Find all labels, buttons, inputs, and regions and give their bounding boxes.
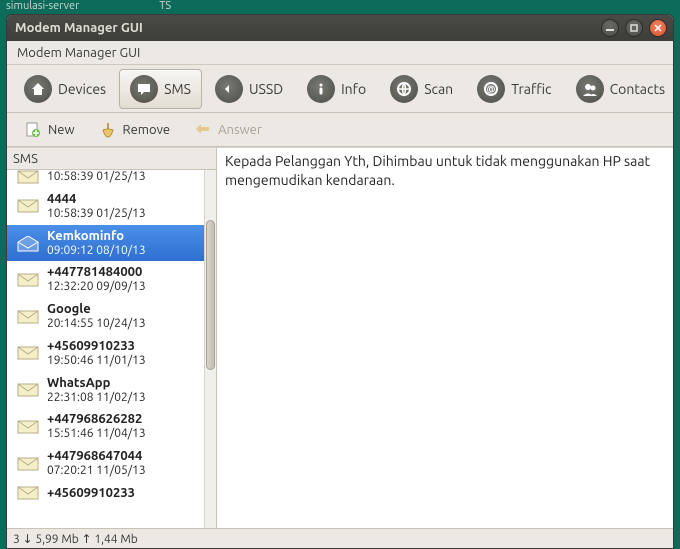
sms-icon — [130, 75, 158, 103]
remove-button[interactable]: Remove — [88, 116, 182, 144]
answer-button: Answer — [183, 116, 273, 144]
sms-sidebar: SMS 10:58:39 01/25/13444410:58:39 01/25/… — [7, 148, 217, 528]
envelope-icon — [17, 170, 39, 184]
panel-extra: TS — [159, 0, 171, 14]
sms-sender: +447968626282 — [47, 412, 146, 427]
sms-item-selected[interactable]: Kemkominfo09:09:12 08/10/13 — [7, 225, 216, 262]
sms-time: 09:09:12 08/10/13 — [47, 244, 146, 258]
sms-time: 20:14:55 10/24/13 — [47, 317, 146, 331]
panel-host: simulasi-server — [6, 0, 79, 14]
sms-time: 10:58:39 01/25/13 — [47, 170, 146, 184]
envelope-icon — [17, 457, 39, 471]
action-toolbar: New Remove Answer — [7, 113, 673, 147]
window-title: Modem Manager GUI — [15, 21, 143, 35]
status-text: 3 ↓ 5,99 Mb ↑ 1,44 Mb — [13, 532, 138, 546]
sms-time: 12:32:20 09/09/13 — [47, 280, 146, 294]
svg-text:@: @ — [487, 84, 496, 94]
maximize-button[interactable] — [625, 19, 643, 37]
sms-sender: +447968647044 — [47, 449, 146, 464]
info-icon — [307, 75, 335, 103]
scroll-thumb[interactable] — [206, 220, 215, 370]
sms-sender: +45609910233 — [47, 339, 146, 354]
statusbar: 3 ↓ 5,99 Mb ↑ 1,44 Mb — [7, 528, 673, 548]
scrollbar[interactable] — [204, 170, 216, 528]
tab-contacts[interactable]: Contacts — [565, 69, 674, 109]
contacts-icon — [576, 75, 604, 103]
sms-item[interactable]: +44778148400012:32:20 09/09/13 — [7, 261, 216, 298]
tab-info[interactable]: Info — [296, 69, 377, 109]
sms-item[interactable]: +44796862628215:51:46 11/04/13 — [7, 408, 216, 445]
sms-item[interactable]: 444410:58:39 01/25/13 — [7, 188, 216, 225]
titlebar[interactable]: Modem Manager GUI — [7, 15, 673, 41]
sms-item[interactable]: +45609910233 — [7, 482, 216, 505]
sms-sender: +447781484000 — [47, 265, 146, 280]
sms-time: 07:20:21 11/05/13 — [47, 464, 146, 478]
message-view: Kepada Pelanggan Yth, Dihimbau untuk tid… — [217, 148, 673, 528]
message-line: Kepada Pelanggan Yth, Dihimbau untuk tid… — [225, 152, 665, 171]
ussd-icon — [215, 75, 243, 103]
new-icon — [24, 121, 42, 139]
minimize-button[interactable] — [601, 19, 619, 37]
tab-devices[interactable]: Devices — [13, 69, 117, 109]
envelope-icon — [17, 199, 39, 213]
close-button[interactable] — [649, 19, 667, 37]
tab-ussd[interactable]: USSD — [204, 69, 294, 109]
sms-sender: Kemkominfo — [47, 229, 146, 244]
sidebar-header[interactable]: SMS — [7, 148, 216, 170]
sms-time: 15:51:46 11/04/13 — [47, 427, 146, 441]
desktop-panel: simulasi-server TS — [0, 0, 680, 14]
sms-sender: Google — [47, 302, 146, 317]
traffic-icon: @ — [477, 75, 505, 103]
main-toolbar: Devices SMS USSD Info Scan @ Traffic — [7, 65, 673, 113]
home-icon — [24, 75, 52, 103]
tab-traffic[interactable]: @ Traffic — [466, 69, 562, 109]
remove-icon — [99, 121, 117, 139]
menubar: Modem Manager GUI — [7, 41, 673, 65]
sms-item[interactable]: +44796864704407:20:21 11/05/13 — [7, 445, 216, 482]
envelope-icon — [17, 346, 39, 360]
sms-time: 10:58:39 01/25/13 — [47, 207, 146, 221]
envelope-icon — [17, 383, 39, 397]
envelope-icon — [17, 420, 39, 434]
tab-sms[interactable]: SMS — [119, 69, 202, 109]
sms-item[interactable]: Google20:14:55 10/24/13 — [7, 298, 216, 335]
answer-icon — [194, 121, 212, 139]
message-line: mengemudikan kendaraan. — [225, 171, 665, 190]
sms-sender: WhatsApp — [47, 376, 146, 391]
sms-item[interactable]: 10:58:39 01/25/13 — [7, 170, 216, 188]
envelope-icon — [17, 486, 39, 500]
sms-time: 19:50:46 11/01/13 — [47, 354, 146, 368]
tab-scan[interactable]: Scan — [379, 69, 464, 109]
envelope-open-icon — [17, 236, 39, 250]
app-title: Modem Manager GUI — [17, 46, 140, 60]
sms-sender: 4444 — [47, 192, 146, 207]
scan-icon — [390, 75, 418, 103]
sms-list[interactable]: 10:58:39 01/25/13444410:58:39 01/25/13Ke… — [7, 170, 216, 528]
sms-time: 22:31:08 11/02/13 — [47, 391, 146, 405]
envelope-icon — [17, 310, 39, 324]
sms-item[interactable]: WhatsApp22:31:08 11/02/13 — [7, 372, 216, 409]
new-button[interactable]: New — [13, 116, 86, 144]
app-window: Modem Manager GUI Modem Manager GUI Devi… — [6, 14, 674, 549]
sms-item[interactable]: +4560991023319:50:46 11/01/13 — [7, 335, 216, 372]
envelope-icon — [17, 273, 39, 287]
sms-sender: +45609910233 — [47, 486, 135, 501]
